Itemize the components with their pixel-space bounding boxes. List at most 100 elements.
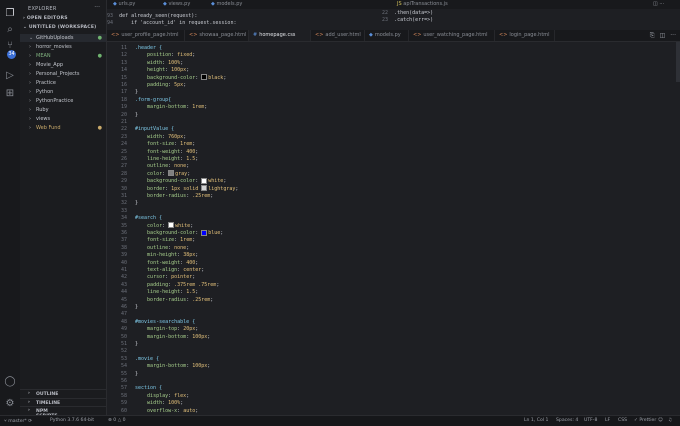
notifications-icon[interactable]: ♫ bbox=[668, 418, 672, 423]
tree-item-label: Ruby bbox=[36, 107, 49, 113]
tree-item[interactable]: › Web Fund ● bbox=[20, 124, 106, 132]
feedback-icon[interactable]: ☺ bbox=[658, 418, 663, 423]
more-actions-icon[interactable]: ··· bbox=[94, 4, 100, 11]
color-swatch[interactable] bbox=[201, 229, 208, 236]
editor-actions: ⎘ ◫ ··· bbox=[645, 32, 676, 40]
open-changes-icon[interactable]: ⎘ bbox=[650, 32, 655, 39]
tab-login-page-html[interactable]: <> login_page.html bbox=[495, 30, 555, 41]
explorer-title: EXPLORER bbox=[28, 6, 57, 12]
tree-item-label: Web Fund bbox=[36, 125, 61, 131]
git-status-dot-icon: ● bbox=[97, 35, 102, 41]
tree-item-label: MEAN bbox=[36, 53, 51, 59]
top-tab-bar: ◆ urls.py ◆ views.py ◆ models.py JS apiT… bbox=[107, 0, 680, 9]
tab-label: homepage.css bbox=[259, 32, 296, 38]
more-icon[interactable]: ··· bbox=[670, 32, 676, 39]
tab-label: user_profile_page.html bbox=[121, 32, 179, 38]
color-swatch[interactable] bbox=[201, 74, 208, 81]
source-control-badge: 34 bbox=[7, 50, 16, 59]
tree-item[interactable]: › PythonPractice bbox=[20, 97, 106, 105]
chevron-right-icon: › bbox=[29, 71, 31, 77]
tab-urls[interactable]: ◆ urls.py bbox=[113, 0, 135, 9]
color-swatch[interactable] bbox=[168, 222, 175, 229]
color-swatch[interactable] bbox=[201, 185, 208, 192]
tab-models[interactable]: ◆ models.py bbox=[211, 0, 242, 9]
workspace-header[interactable]: ⌄ UNTITLED (WORKSPACE) bbox=[23, 25, 96, 30]
tab-models-py[interactable]: ◆ models.py bbox=[365, 30, 409, 41]
code-text: margin-bottom: 100px; bbox=[147, 363, 211, 370]
chevron-right-icon: › bbox=[29, 125, 31, 131]
tree-item[interactable]: › Practice bbox=[20, 79, 106, 87]
tree-item-label: Movie_App bbox=[36, 62, 64, 68]
tree-item-label: PythonPractice bbox=[36, 98, 74, 104]
tree-item-label: Personal_Projects bbox=[36, 71, 80, 77]
language-mode[interactable]: CSS bbox=[618, 418, 627, 423]
status-bar: ⑂ master* ⟳ Python 3.7.6 64-bit ⊗ 0 △ 0 … bbox=[0, 415, 680, 426]
tab-user-profile-page-html[interactable]: <> user_profile_page.html bbox=[107, 30, 185, 41]
tree-item[interactable]: › views bbox=[20, 115, 106, 123]
tree-item[interactable]: ⌄ GitHubUploads ● bbox=[20, 34, 106, 42]
account-icon[interactable]: ◯ bbox=[4, 376, 16, 388]
branch-status[interactable]: ⑂ master* ⟳ bbox=[4, 418, 32, 424]
tree-item-label: Practice bbox=[36, 80, 56, 86]
search-icon[interactable]: ⌕ bbox=[4, 24, 16, 36]
chevron-right-icon: › bbox=[29, 98, 31, 104]
tree-item[interactable]: › horror_movies bbox=[20, 43, 106, 51]
tab-label: showaa_page.html bbox=[199, 32, 247, 38]
chevron-right-icon: › bbox=[29, 116, 31, 122]
extensions-icon[interactable]: ⊞ bbox=[4, 88, 16, 100]
code-text: padding: 5px; bbox=[147, 82, 187, 88]
split-editor-icon[interactable]: ◫ bbox=[660, 32, 666, 39]
open-editors-header[interactable]: › OPEN EDITORS bbox=[23, 16, 68, 21]
eol-status[interactable]: LF bbox=[605, 418, 610, 423]
editor-tab-bar: <> user_profile_page.html <> showaa_page.ht… bbox=[107, 30, 680, 42]
code-text: } bbox=[135, 370, 139, 377]
tree-item[interactable]: › Ruby bbox=[20, 106, 106, 114]
chevron-right-icon: › bbox=[29, 80, 31, 86]
tree-item-label: Python bbox=[36, 89, 54, 95]
color-swatch[interactable] bbox=[168, 170, 175, 177]
file-type-icon: <> bbox=[189, 32, 198, 38]
cursor-position[interactable]: Ln 1, Col 1 bbox=[524, 418, 548, 423]
files-icon[interactable]: ❐ bbox=[4, 8, 16, 20]
tree-item-label: GitHubUploads bbox=[36, 35, 74, 41]
code-editor[interactable]: 11 .header {12 position: fixed; 13 width: … bbox=[107, 42, 680, 421]
chevron-down-icon: ⌄ bbox=[29, 35, 34, 41]
tree-item[interactable]: › MEAN ● bbox=[20, 52, 106, 60]
tab-label: models.py bbox=[374, 32, 401, 38]
run-debug-icon[interactable]: ▷ bbox=[4, 70, 16, 82]
tab-showaa-page-html[interactable]: <> showaa_page.html bbox=[185, 30, 249, 41]
tab-user-watching-page-html[interactable]: <> user_watching_page.html bbox=[409, 30, 495, 41]
tree-item[interactable]: › Personal_Projects bbox=[20, 70, 106, 78]
tree-item[interactable]: › Python bbox=[20, 88, 106, 96]
tab-views[interactable]: ◆ views.py bbox=[163, 0, 190, 9]
explorer-sidebar: EXPLORER ··· › OPEN EDITORS ⌄ UNTITLED (… bbox=[20, 0, 107, 419]
tree-item-label: views bbox=[36, 116, 51, 122]
chevron-right-icon: › bbox=[29, 44, 31, 50]
peek-right-line-1: 22 .then(data=>) bbox=[382, 10, 434, 16]
file-type-icon: <> bbox=[111, 32, 120, 38]
indentation-status[interactable]: Spaces: 4 bbox=[556, 418, 578, 423]
prettier-status[interactable]: ✓ Prettier bbox=[634, 418, 656, 423]
peek-left-line-1: 93 def already_seen(request): bbox=[107, 13, 198, 19]
tab-api-transactions[interactable]: JS apiTransactions.js bbox=[397, 0, 448, 9]
problems-status[interactable]: ⊗ 0 △ 0 bbox=[108, 418, 126, 423]
tree-item-label: horror_movies bbox=[36, 44, 72, 50]
code-text: margin-bottom: 100px; bbox=[147, 333, 211, 340]
color-swatch[interactable] bbox=[201, 177, 208, 184]
tab-add-user-html[interactable]: <> add_user.html bbox=[311, 30, 365, 41]
code-text: border-radius: .25rem; bbox=[147, 193, 214, 199]
tab-label: user_watching_page.html bbox=[423, 32, 488, 38]
gear-icon[interactable]: ⚙ bbox=[4, 398, 16, 410]
tab-homepage-css[interactable]: # homepage.css bbox=[249, 30, 311, 41]
split-editor-icon[interactable]: ◫ ··· bbox=[653, 0, 664, 9]
activity-bar: ❐ ⌕ ⑂ 34 ▷ ⊞ ◯ ⚙ bbox=[0, 0, 20, 415]
code-text: } bbox=[135, 200, 139, 207]
code-text: } bbox=[135, 111, 139, 118]
python-interpreter[interactable]: Python 3.7.6 64-bit bbox=[50, 418, 94, 423]
editor-scrollbar[interactable] bbox=[676, 42, 680, 82]
tree-item[interactable]: › Movie_App bbox=[20, 61, 106, 69]
chevron-right-icon: › bbox=[29, 53, 31, 59]
outline-header[interactable]: › OUTLINE bbox=[20, 389, 106, 398]
encoding-status[interactable]: UTF-8 bbox=[584, 418, 597, 423]
npm-scripts-header[interactable]: › NPM SCRIPTS bbox=[20, 406, 106, 419]
